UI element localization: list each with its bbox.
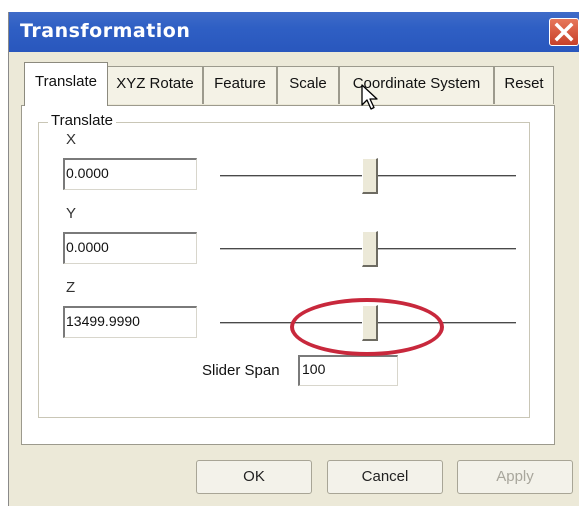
z-label: Z <box>66 279 76 296</box>
apply-button[interactable]: Apply <box>457 460 573 494</box>
annotation-ellipse <box>290 298 444 356</box>
slider-span-input[interactable]: 100 <box>298 355 398 386</box>
ok-button[interactable]: OK <box>196 460 312 494</box>
x-slider-thumb[interactable] <box>362 158 378 194</box>
translate-group-label: Translate <box>48 112 116 129</box>
cancel-button[interactable]: Cancel <box>327 460 443 494</box>
y-label: Y <box>66 205 77 222</box>
tab-scale[interactable]: Scale <box>277 66 339 104</box>
y-value-input[interactable]: 0.0000 <box>63 232 197 264</box>
tab-strip: Translate XYZ Rotate Feature Scale Coord… <box>9 62 579 106</box>
title-bar[interactable]: Transformation <box>9 12 579 52</box>
tab-xyz-rotate[interactable]: XYZ Rotate <box>107 66 203 104</box>
tab-feature[interactable]: Feature <box>203 66 277 104</box>
close-icon <box>554 22 574 42</box>
z-value-input[interactable]: 13499.9990 <box>63 306 197 338</box>
mouse-cursor-icon <box>361 84 378 110</box>
x-label: X <box>66 131 77 148</box>
x-value-input[interactable]: 0.0000 <box>63 158 197 190</box>
y-slider-thumb[interactable] <box>362 231 378 267</box>
tab-reset[interactable]: Reset <box>494 66 554 104</box>
close-button[interactable] <box>549 18 579 46</box>
slider-span-label: Slider Span <box>202 362 280 379</box>
tab-translate[interactable]: Translate <box>24 62 108 106</box>
window-title: Transformation <box>20 20 191 42</box>
